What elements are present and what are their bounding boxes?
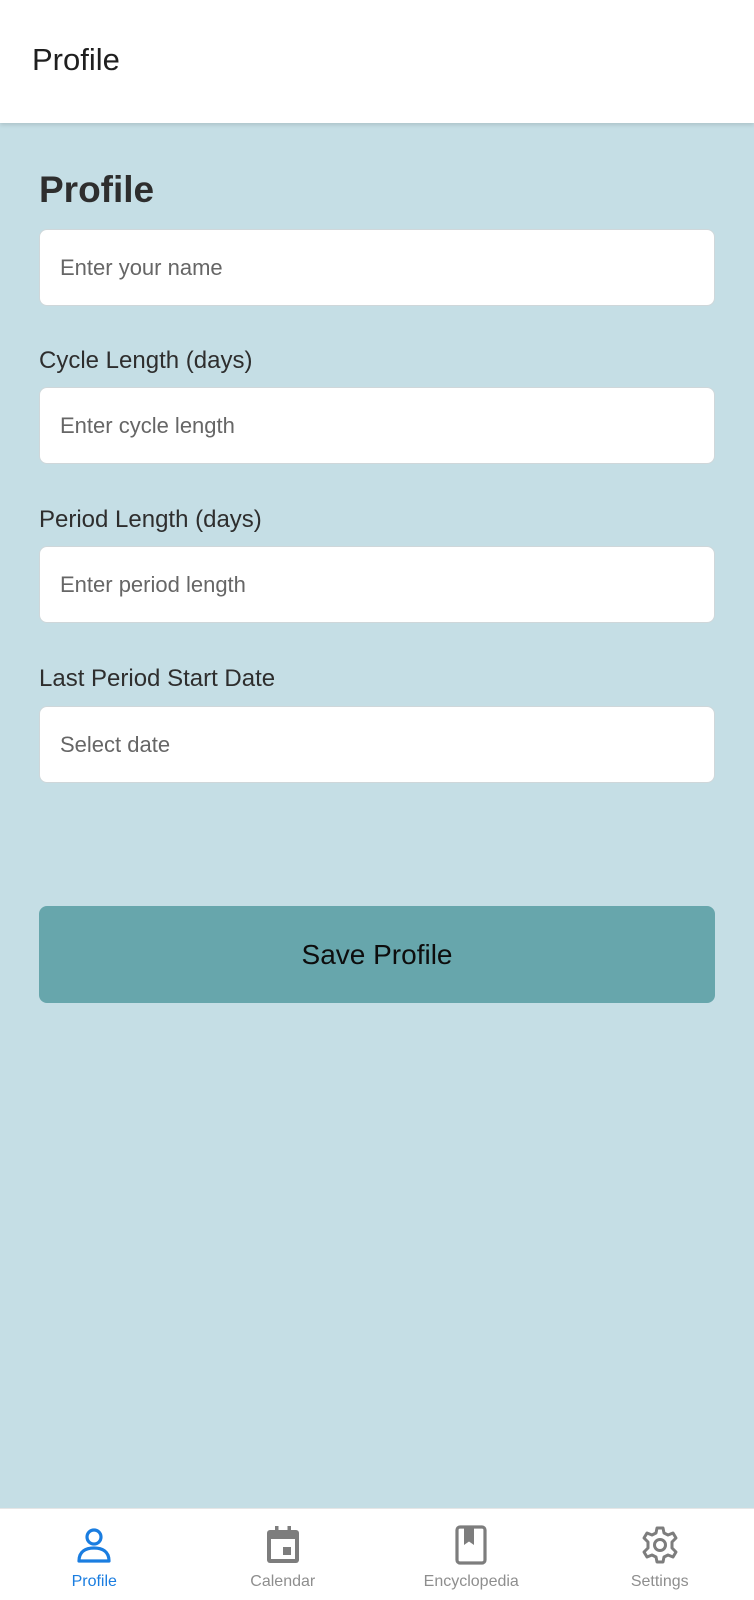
book-icon [455, 1525, 487, 1565]
cycle-length-input[interactable] [40, 388, 714, 463]
tab-label-calendar: Calendar [250, 1573, 316, 1590]
name-field[interactable] [39, 229, 715, 306]
header-title: Profile [32, 42, 120, 77]
bottom-tab-bar: Profile Calendar Encyclopedia Settings [0, 1508, 754, 1600]
last-period-date-input[interactable] [40, 707, 714, 782]
tab-profile[interactable]: Profile [0, 1509, 189, 1600]
tab-encyclopedia[interactable]: Encyclopedia [377, 1509, 566, 1600]
period-length-label: Period Length (days) [39, 506, 262, 533]
app-header: Profile [0, 0, 754, 123]
profile-form: Profile Cycle Length (days) Period Lengt… [0, 123, 754, 1508]
tab-label-settings: Settings [630, 1573, 689, 1590]
tab-label-profile: Profile [71, 1573, 117, 1590]
period-length-field[interactable] [39, 546, 715, 623]
person-icon [77, 1528, 111, 1563]
cycle-length-label: Cycle Length (days) [39, 347, 253, 374]
tab-settings[interactable]: Settings [566, 1509, 754, 1600]
last-period-date-field[interactable] [39, 706, 715, 783]
name-input[interactable] [40, 230, 714, 305]
calendar-icon [266, 1526, 299, 1563]
last-period-label: Last Period Start Date [39, 665, 276, 692]
save-profile-button[interactable]: Save Profile [39, 906, 715, 1003]
cycle-length-field[interactable] [39, 387, 715, 464]
gear-icon [642, 1526, 678, 1564]
tab-label-encyclopedia: Encyclopedia [423, 1573, 519, 1590]
period-length-input[interactable] [40, 547, 714, 622]
page-title: Profile [39, 169, 155, 210]
tab-calendar[interactable]: Calendar [189, 1509, 378, 1600]
